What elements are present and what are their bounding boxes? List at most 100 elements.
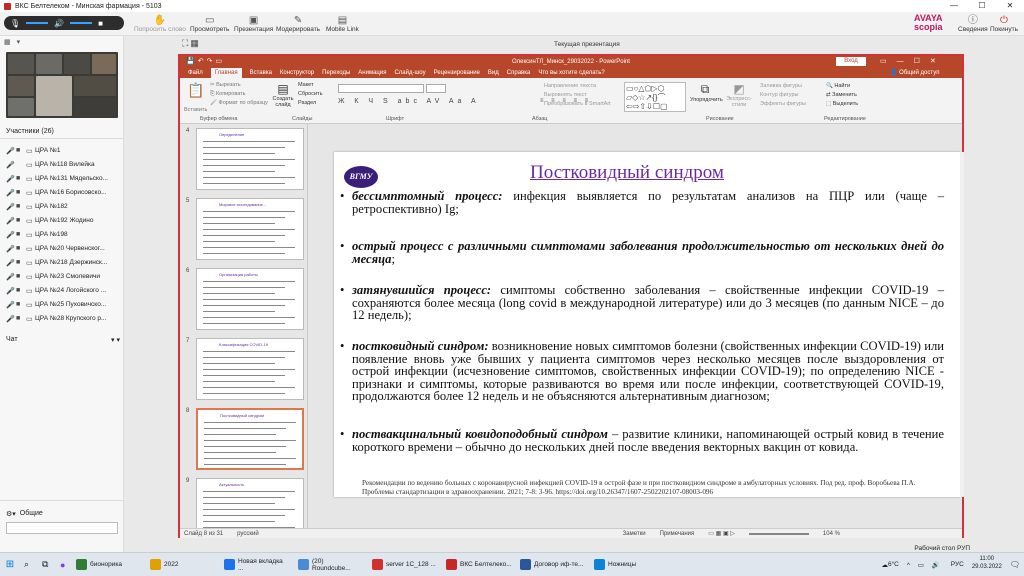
arrange-button[interactable]: ⧉ Упорядочить	[690, 82, 723, 103]
ppt-tab[interactable]: Главная	[210, 68, 242, 78]
mobile-link-button[interactable]: ▤ Mobile Link	[326, 15, 359, 33]
current-slide[interactable]: ВГМУ Постковидный синдром • бессимптомный…	[334, 152, 960, 497]
video-icon[interactable]: ■	[16, 147, 26, 154]
grid-icon[interactable]: ▦	[4, 38, 11, 46]
paste-button-label[interactable]: Вставить	[184, 107, 207, 113]
layout-button[interactable]: Макет	[298, 81, 322, 90]
ppt-login-button[interactable]: Вход	[836, 57, 866, 66]
comments-button[interactable]: Примечания	[660, 531, 695, 537]
format-painter-button[interactable]: 🖌 Формат по образцу	[210, 99, 268, 108]
chat-header[interactable]: Чат	[6, 336, 18, 344]
participant-row[interactable]: 🎤 ■ ▭ ЦРА №182	[6, 200, 122, 213]
vertical-scrollbar[interactable]	[960, 152, 964, 497]
slide-thumbnail[interactable]: Организация работы	[196, 268, 304, 330]
slide-thumbnail[interactable]: Постковидный синдром	[196, 408, 304, 470]
ppt-window-controls[interactable]: ▭—☐✕	[880, 56, 946, 68]
task-view-icon[interactable]: ⧉	[38, 555, 56, 575]
new-slide-button[interactable]: ▤ Создать слайд	[272, 82, 294, 108]
info-button[interactable]: ⓘ Сведения	[958, 15, 988, 33]
assistant-icon[interactable]: ●	[56, 555, 72, 575]
ppt-tab[interactable]: Файл	[188, 70, 203, 76]
video-icon[interactable]: ■	[16, 203, 26, 210]
video-icon[interactable]: ■	[16, 259, 26, 266]
taskbar-app[interactable]: Договор иф-те...	[516, 555, 590, 575]
moderate-button[interactable]: ✎ Модерировать	[276, 15, 320, 33]
quick-styles-button[interactable]: ◩ Экспресс-стили	[724, 82, 754, 108]
mic-muted-icon[interactable]: 🎤	[6, 273, 16, 281]
reset-button[interactable]: Сбросить	[298, 90, 322, 99]
maximize-button[interactable]: ☐	[968, 0, 996, 12]
replace-button[interactable]: ⇄ Заменить	[826, 91, 858, 100]
layout-selector[interactable]: ▦ ▾	[4, 38, 120, 46]
mic-muted-icon[interactable]: 🎤	[6, 259, 16, 267]
ppt-tab[interactable]: Анимация	[358, 70, 386, 76]
participant-row[interactable]: 🎤 ■ ▭ ЦРА №24 Логойского ...	[6, 284, 122, 297]
mic-muted-icon[interactable]: 🎤	[6, 301, 16, 309]
speaker-volume-slider[interactable]	[70, 22, 93, 24]
start-button[interactable]: ⊞	[0, 555, 20, 575]
mic-muted-icon[interactable]: 🎤	[6, 231, 16, 239]
video-icon[interactable]: ■	[16, 217, 26, 224]
font-name-box[interactable]	[338, 84, 424, 93]
taskbar-app[interactable]: server 1С_128 ...	[368, 555, 442, 575]
taskbar-app[interactable]: (20) Roundcube...	[294, 555, 368, 575]
participant-row[interactable]: 🎤 ▭ ЦРА №118 Вилейка	[6, 158, 122, 171]
grid-view-icon[interactable]: ▦	[190, 38, 199, 50]
taskbar-app[interactable]: Ножницы	[590, 555, 664, 575]
polls-header[interactable]: Общие	[20, 510, 43, 518]
notes-button[interactable]: Заметки	[623, 531, 646, 537]
smartart-button[interactable]: Преобразовать в SmartArt	[544, 100, 611, 109]
participants-header[interactable]: Участники (26)	[6, 128, 54, 135]
ppt-tab[interactable]: Вид	[488, 70, 499, 76]
dropdown-icon[interactable]: ▾	[17, 38, 21, 46]
mic-muted-icon[interactable]: 🎤	[6, 189, 16, 197]
microphone-icon[interactable]: 🎙	[10, 19, 20, 28]
input-language[interactable]: РУС	[947, 555, 968, 575]
ppt-tab[interactable]: Вставка	[250, 70, 272, 76]
slide-thumbnail[interactable]: Актуальность	[196, 478, 304, 528]
weather-widget[interactable]: ☁ 6°C	[877, 555, 902, 575]
participant-row[interactable]: 🎤 ■ ▭ ЦРА №131 Мядельско...	[6, 172, 122, 185]
ppt-tab[interactable]: Рецензирование	[434, 70, 480, 76]
taskbar-app[interactable]: бионорика	[72, 555, 146, 575]
copy-button[interactable]: ⎘ Копировать	[210, 90, 268, 99]
mic-muted-icon[interactable]: 🎤	[6, 161, 16, 169]
mic-muted-icon[interactable]: 🎤	[6, 315, 16, 323]
participant-row[interactable]: 🎤 ■ ▭ ЦРА №192 Жодино	[6, 214, 122, 227]
mic-muted-icon[interactable]: 🎤	[6, 147, 16, 155]
taskbar-app[interactable]: Новая вкладка ...	[220, 555, 294, 575]
close-button[interactable]: ✕	[996, 0, 1024, 12]
video-icon[interactable]: ■	[16, 301, 26, 308]
speaker-icon[interactable]: 🔊	[54, 19, 64, 28]
mic-muted-icon[interactable]: 🎤	[6, 175, 16, 183]
video-icon[interactable]: ■	[16, 273, 26, 280]
video-icon[interactable]: ■	[16, 245, 26, 252]
taskbar-app[interactable]: 2022	[146, 555, 220, 575]
minimize-button[interactable]: —	[940, 0, 968, 12]
cut-button[interactable]: ✂ Вырезать	[210, 81, 268, 90]
ppt-tab[interactable]: Слайд-шоу	[394, 70, 425, 76]
section-button[interactable]: Раздел	[298, 99, 322, 108]
ppt-quick-access[interactable]: 💾↶↷▭	[186, 57, 225, 67]
font-format-buttons[interactable]: Ж К Ч S abc AV Aa A	[338, 98, 480, 105]
shape-fill-button[interactable]: Заливка фигуры	[760, 82, 806, 91]
zoom-slider[interactable]	[748, 532, 809, 535]
video-icon[interactable]: ■	[16, 231, 26, 238]
ppt-tab[interactable]: Что вы хотите сделать?	[538, 70, 604, 76]
video-icon[interactable]: ■	[16, 315, 26, 322]
language-indicator[interactable]: русский	[237, 531, 259, 537]
participant-row[interactable]: 🎤 ■ ▭ ЦРА №28 Крупского р...	[6, 312, 122, 325]
mic-volume-slider[interactable]	[26, 22, 49, 24]
camera-icon[interactable]: ■	[98, 19, 103, 28]
shape-outline-button[interactable]: Контур фигуры	[760, 91, 806, 100]
slide-thumbnail[interactable]: Мировое исследование...	[196, 198, 304, 260]
tray-icons[interactable]: ^ ▭ 🔊	[903, 555, 947, 575]
message-input[interactable]	[6, 522, 118, 534]
mic-muted-icon[interactable]: 🎤	[6, 217, 16, 225]
leave-button[interactable]: ⏻ Покинуть	[990, 15, 1018, 33]
participant-row[interactable]: 🎤 ■ ▭ ЦРА №25 Пуховичско...	[6, 298, 122, 311]
find-button[interactable]: 🔍 Найти	[826, 82, 858, 91]
ppt-tab[interactable]: Переходы	[322, 70, 350, 76]
clock[interactable]: 11:00 29.03.2022	[968, 555, 1006, 575]
participant-row[interactable]: 🎤 ■ ▭ ЦРА №198	[6, 228, 122, 241]
